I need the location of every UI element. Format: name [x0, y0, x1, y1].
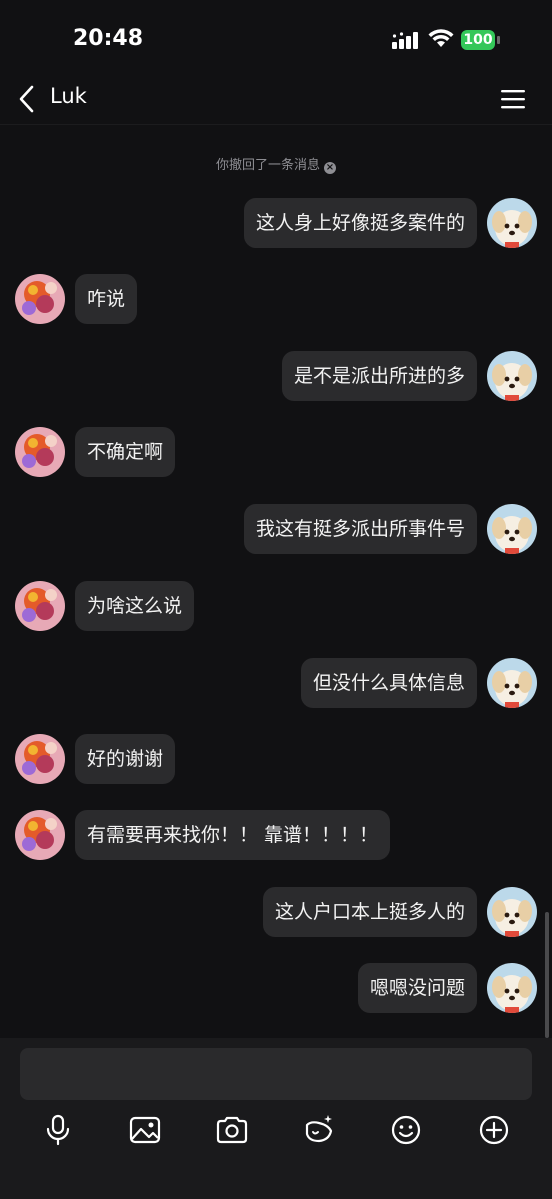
image-icon[interactable] — [127, 1112, 163, 1148]
microphone-icon[interactable] — [40, 1112, 76, 1148]
close-icon[interactable]: × — [324, 162, 336, 174]
wifi-icon — [428, 28, 454, 54]
back-chevron-icon[interactable] — [14, 84, 40, 114]
menu-icon[interactable] — [500, 88, 526, 110]
message-row: 有需要再来找你！！ 靠谱！！！！ — [0, 808, 552, 864]
emoji-icon[interactable] — [388, 1112, 424, 1148]
message-bubble-incoming[interactable]: 好的谢谢 — [75, 734, 176, 784]
message-bubble-incoming[interactable]: 不确定啊 — [75, 427, 176, 477]
avatar-self[interactable] — [487, 198, 537, 248]
battery-indicator: 100 — [461, 30, 495, 50]
battery-tip — [497, 36, 500, 44]
message-bubble-outgoing[interactable]: 嗯嗯没问题 — [357, 963, 477, 1013]
signal-icon — [391, 30, 421, 54]
recall-notice-text: 你撤回了一条消息 — [215, 158, 320, 173]
avatar-self[interactable] — [487, 504, 537, 554]
message-row: 为啥这么说 — [0, 579, 552, 635]
avatar-contact[interactable] — [15, 734, 65, 784]
scrollbar[interactable] — [545, 912, 549, 1038]
avatar-contact[interactable] — [15, 274, 65, 324]
status-time: 20:48 — [73, 26, 144, 51]
message-row: 是不是派出所进的多 — [0, 349, 552, 405]
message-input[interactable] — [20, 1048, 532, 1100]
chat-title: Luk — [50, 84, 87, 108]
avatar-self[interactable] — [487, 963, 537, 1013]
message-row: 好的谢谢 — [0, 732, 552, 788]
avatar-contact[interactable] — [15, 810, 65, 860]
avatar-self[interactable] — [487, 351, 537, 401]
status-bar: 20:48 100 — [0, 0, 552, 80]
avatar-contact[interactable] — [15, 427, 65, 477]
message-row: 咋说 — [0, 272, 552, 328]
avatar-contact[interactable] — [15, 581, 65, 631]
avatar-self[interactable] — [487, 887, 537, 937]
message-bubble-outgoing[interactable]: 但没什么具体信息 — [300, 658, 477, 708]
message-bubble-incoming[interactable]: 为啥这么说 — [75, 581, 195, 631]
message-bubble-outgoing[interactable]: 这人身上好像挺多案件的 — [243, 198, 477, 248]
message-bubble-outgoing[interactable]: 是不是派出所进的多 — [281, 351, 477, 401]
message-bubble-incoming[interactable]: 咋说 — [75, 274, 138, 324]
composer-bar — [0, 1038, 552, 1199]
camera-icon[interactable] — [214, 1112, 250, 1148]
sticker-icon[interactable] — [301, 1112, 337, 1148]
message-row: 嗯嗯没问题 — [0, 961, 552, 1017]
message-bubble-outgoing[interactable]: 这人户口本上挺多人的 — [262, 887, 477, 937]
message-bubble-outgoing[interactable]: 我这有挺多派出所事件号 — [243, 504, 477, 554]
plus-icon[interactable] — [476, 1112, 512, 1148]
recall-notice: 你撤回了一条消息 × — [0, 154, 552, 174]
message-bubble-incoming[interactable]: 有需要再来找你！！ 靠谱！！！！ — [75, 810, 391, 860]
message-row: 这人身上好像挺多案件的 — [0, 196, 552, 252]
message-row: 不确定啊 — [0, 425, 552, 481]
message-row: 这人户口本上挺多人的 — [0, 885, 552, 941]
message-row: 我这有挺多派出所事件号 — [0, 502, 552, 558]
message-row: 但没什么具体信息 — [0, 656, 552, 712]
avatar-self[interactable] — [487, 658, 537, 708]
chat-header: Luk — [0, 72, 552, 125]
